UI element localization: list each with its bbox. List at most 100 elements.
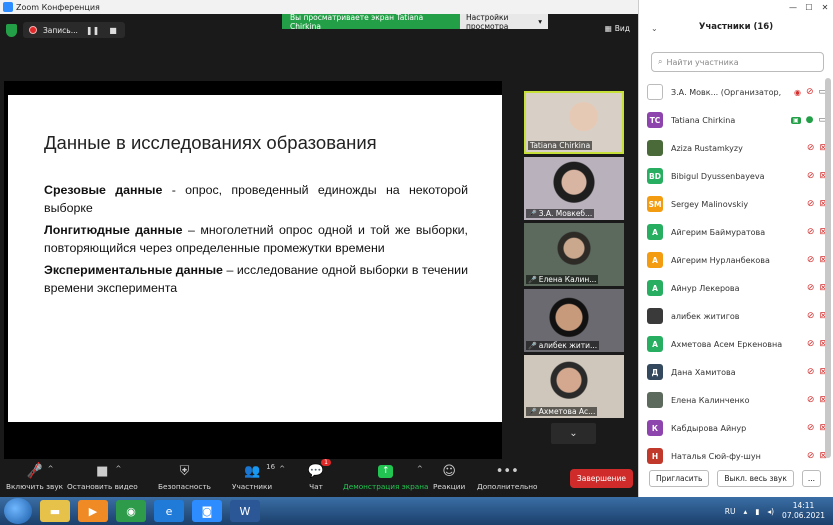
caret-up-icon[interactable]: ^ — [417, 465, 423, 473]
minimize-icon[interactable]: — — [785, 0, 801, 14]
participant-row[interactable]: Д Дана Хамитова ⊘ ⊠ — [647, 358, 827, 386]
participant-row[interactable]: А Айгерим Баймуратова ⊘ ⊠ — [647, 218, 827, 246]
mic-off-icon: ⊘ — [806, 339, 815, 349]
media-player-taskbar-icon[interactable]: ▶ — [78, 500, 108, 522]
explorer-taskbar-icon[interactable]: ▬ — [40, 500, 70, 522]
tray-arrow-icon[interactable]: ▴ — [743, 507, 747, 516]
maximize-icon[interactable]: ☐ — [801, 0, 817, 14]
video-tile[interactable]: 🎤 алибек жити... — [524, 289, 624, 352]
security-shield-icon[interactable] — [6, 23, 17, 37]
caret-up-icon[interactable]: ^ — [48, 465, 54, 473]
participant-row[interactable]: К Кабдырова Айнур ⊘ ⊠ — [647, 414, 827, 442]
chrome-taskbar-icon[interactable]: ◉ — [116, 500, 146, 522]
video-tile[interactable]: 🎤 Ахметова Ас... — [524, 355, 624, 418]
share-icon: ▣ — [790, 116, 801, 124]
participant-status-icons: ⊘ ⊠ — [807, 255, 827, 265]
mic-off-icon: ⊘ — [805, 87, 814, 97]
recording-indicator: Запись... ❚❚ ■ — [23, 22, 125, 38]
panel-footer: Пригласить Выкл. весь звук ... — [649, 470, 822, 487]
word-taskbar-icon[interactable]: W — [230, 500, 260, 522]
participant-row[interactable]: BD Bibigul Dyussenbayeva ⊘ ⊠ — [647, 162, 827, 190]
participant-status-icons: ⊘ ⊠ — [807, 227, 827, 237]
video-tile-name: алибек жити... — [538, 341, 598, 350]
slide-item: Срезовые данные - опрос, проведенный еди… — [44, 181, 468, 217]
volume-icon[interactable]: ◂) — [767, 507, 774, 516]
participant-name: Sergey Malinovskiy — [671, 199, 749, 209]
avatar — [647, 84, 663, 100]
mic-off-icon: ⊘ — [806, 367, 815, 377]
shared-screen: Данные в исследованиях образования Срезо… — [4, 81, 502, 460]
close-icon[interactable]: ✕ — [817, 0, 833, 14]
chat-button[interactable]: 💬 1 Чат — [307, 459, 331, 491]
slide-item: Лонгитюдные данные – многолетний опрос о… — [44, 221, 468, 257]
participant-row[interactable]: Н Наталья Сюй-фу-шун ⊘ ⊠ — [647, 442, 827, 470]
security-button[interactable]: ⛨ Безопасность — [158, 463, 211, 492]
pause-recording-button[interactable]: ❚❚ — [84, 26, 101, 35]
participants-scrollbar[interactable] — [825, 78, 831, 458]
avatar — [647, 392, 663, 408]
participant-row[interactable]: З.А. Мовк... (Организатор, я) ◉ ⊘ ▭ — [647, 78, 827, 106]
reactions-button[interactable]: ☺ Реакции — [433, 463, 465, 492]
avatar: Н — [647, 448, 663, 464]
video-tile[interactable]: 🎤 Елена Калин... — [524, 223, 624, 286]
video-tile[interactable]: Tatiana Chirkina — [524, 91, 624, 154]
end-meeting-button[interactable]: Завершение — [569, 469, 633, 488]
view-button[interactable]: ▦ Вид — [605, 24, 630, 33]
more-button[interactable]: ••• Дополнительно — [477, 463, 538, 492]
participant-name: З.А. Мовк... (Организатор, я) — [671, 87, 783, 97]
start-button[interactable] — [4, 498, 32, 524]
participant-row[interactable]: А Айнур Лекерова ⊘ ⊠ — [647, 274, 827, 302]
mute-all-button[interactable]: Выкл. весь звук — [717, 470, 794, 487]
panel-more-button[interactable]: ... — [801, 470, 822, 487]
participant-row[interactable]: алибек житигов ⊘ ⊠ — [647, 302, 827, 330]
share-screen-icon: ↑ ^ — [377, 463, 423, 479]
language-indicator[interactable]: RU — [725, 507, 736, 516]
participant-row[interactable]: Aziza Rustamkyzy ⊘ ⊠ — [647, 134, 827, 162]
mic-on-icon: ● — [805, 115, 814, 125]
participant-name: Наталья Сюй-фу-шун — [671, 451, 761, 461]
participant-status-icons: ⊘ ⊠ — [807, 339, 827, 349]
participant-status-icons: ⊘ ⊠ — [807, 451, 827, 461]
mic-off-icon: 🎤 ╱ ^ — [26, 463, 54, 479]
participant-status-icons: ⊘ ⊠ — [807, 423, 827, 433]
clock[interactable]: 14:11 07.06.2021 — [782, 501, 825, 521]
top-left-controls: Запись... ❚❚ ■ — [6, 22, 125, 38]
participants-button[interactable]: 👥 16 ^ Участники — [232, 463, 285, 491]
share-screen-label: Демонстрация экрана — [343, 482, 429, 491]
participant-row[interactable]: Елена Калинченко ⊘ ⊠ — [647, 386, 827, 414]
avatar: BD — [647, 168, 663, 184]
unmute-button[interactable]: 🎤 ╱ ^ Включить звук — [6, 463, 63, 491]
caret-up-icon[interactable]: ^ — [279, 465, 285, 473]
zoom-taskbar-icon[interactable]: ◙ — [192, 500, 222, 522]
video-tile[interactable]: 🎤 З.А. Мовкеб... — [524, 157, 624, 220]
more-dots-icon: ••• — [495, 463, 519, 479]
caret-up-icon[interactable]: ^ — [115, 465, 121, 473]
share-screen-button[interactable]: ↑ ^ Демонстрация экрана — [343, 463, 428, 491]
view-label: Вид — [614, 24, 630, 33]
slide-item: Экспериментальные данные – исследование … — [44, 261, 468, 297]
participant-status-icons: ⊘ ⊠ — [807, 143, 827, 153]
avatar: А — [647, 280, 663, 296]
stop-recording-button[interactable]: ■ — [107, 26, 119, 35]
mic-off-icon: ⊘ — [806, 199, 815, 209]
scroll-thumbnails-down-button[interactable]: ⌄ — [551, 423, 596, 444]
participant-status-icons: ⊘ ⊠ — [807, 283, 827, 293]
network-icon[interactable]: ▮ — [755, 507, 759, 516]
avatar — [647, 308, 663, 324]
view-settings-button[interactable]: Настройки просмотра ▾ — [460, 13, 548, 31]
ie-taskbar-icon[interactable]: e — [154, 500, 184, 522]
participant-row[interactable]: А Айгерим Нурланбекова ⊘ ⊠ — [647, 246, 827, 274]
slide-item-term: Экспериментальные данные — [44, 263, 223, 277]
stop-video-button[interactable]: ■ ^ Остановить видео — [67, 463, 138, 492]
participant-name: Айгерим Нурланбекова — [671, 255, 770, 265]
panel-title: Участники (16) — [698, 22, 774, 32]
participant-name: Айнур Лекерова — [671, 283, 740, 293]
participant-row[interactable]: А Ахметова Асем Еркеновна ⊘ ⊠ — [647, 330, 827, 358]
participant-row[interactable]: TC Tatiana Chirkina ▣ ● ▭ — [647, 106, 827, 134]
video-camera-icon: ■ ^ — [96, 463, 122, 479]
video-tile-label: 🎤 алибек жити... — [526, 341, 600, 350]
invite-button[interactable]: Пригласить — [649, 470, 710, 487]
mic-off-icon: ⊘ — [806, 255, 815, 265]
participant-row[interactable]: SM Sergey Malinovskiy ⊘ ⊠ — [647, 190, 827, 218]
participant-search-input[interactable]: ⌕ Найти участника — [651, 52, 824, 72]
